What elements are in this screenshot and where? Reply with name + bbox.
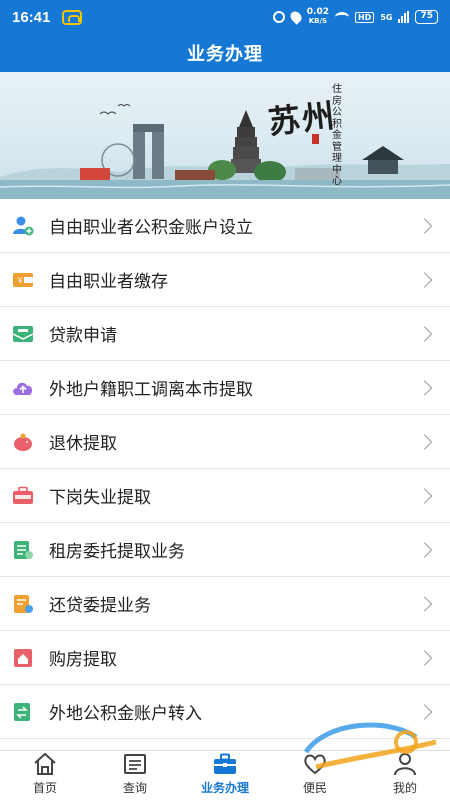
query-icon: [124, 754, 146, 774]
network-speed-value: 0.02: [306, 7, 329, 17]
banner-logo-text: 苏州: [266, 96, 339, 142]
menu-label: 外地公积金账户转入: [49, 704, 202, 724]
business-menu-list: 自由职业者公积金账户设立 ¥ 自由职业者缴存 贷款申请 外地户籍职工调离本市提取: [0, 199, 450, 753]
piggy-bank-icon: [14, 433, 32, 451]
alarm-icon: [272, 11, 285, 23]
repay-doc-icon: [14, 594, 33, 613]
menu-label: 贷款申请: [49, 326, 117, 346]
menu-item-retirement-withdraw[interactable]: 退休提取: [0, 415, 450, 469]
chevron-right-icon: [416, 703, 433, 720]
status-indicators: 0.02 KB/S HD 5G 75: [272, 8, 438, 26]
chevron-right-icon: [416, 595, 433, 612]
tab-convenience[interactable]: 便民: [270, 751, 360, 800]
menu-label: 下岗失业提取: [49, 488, 151, 508]
menu-item-deposit[interactable]: ¥ 自由职业者缴存: [0, 253, 450, 307]
transfer-doc-icon: [14, 702, 30, 721]
tab-label: 查询: [122, 781, 147, 795]
tab-label: 首页: [32, 781, 57, 795]
chevron-right-icon: [416, 541, 433, 558]
nav-header: 业务办理: [0, 34, 450, 72]
menu-item-account-transfer-in[interactable]: 外地公积金账户转入: [0, 685, 450, 739]
menu-item-loan-apply[interactable]: 贷款申请: [0, 307, 450, 361]
tab-business[interactable]: 业务办理: [180, 751, 270, 800]
signal-type: 5G: [380, 12, 393, 22]
tab-label: 业务办理: [200, 781, 249, 795]
briefcase-tab-icon: [214, 753, 236, 774]
location-icon: [287, 9, 304, 25]
briefcase-icon: [13, 486, 33, 504]
cloud-upload-icon: [13, 382, 33, 395]
menu-item-account-setup[interactable]: 自由职业者公积金账户设立: [0, 199, 450, 253]
suzhou-skyline-illustration: [0, 104, 450, 199]
menu-label: 外地户籍职工调离本市提取: [49, 380, 253, 400]
hd-badge: HD: [354, 11, 375, 23]
loan-envelope-icon: [12, 325, 34, 342]
network-speed-unit: KB/S: [308, 17, 328, 25]
chevron-right-icon: [416, 649, 433, 666]
bottom-tab-bar: 首页 查询 业务办理 便民 我的: [0, 750, 450, 800]
chevron-right-icon: [416, 217, 433, 234]
app-notification-icon: [62, 9, 83, 25]
home-icon: [34, 752, 56, 775]
rental-doc-icon: [14, 540, 33, 559]
menu-label: 还贷委提业务: [49, 596, 151, 616]
user-add-icon: [13, 216, 34, 235]
page-title: 业务办理: [187, 44, 263, 65]
chevron-right-icon: [416, 433, 433, 450]
battery-indicator: 75: [415, 10, 438, 24]
tab-mine[interactable]: 我的: [360, 751, 450, 800]
banner-subtitle: 住房公积金管理中心: [332, 84, 342, 187]
tab-label: 我的: [392, 781, 417, 795]
chevron-right-icon: [416, 325, 433, 342]
menu-label: 自由职业者公积金账户设立: [49, 218, 253, 238]
menu-label: 退休提取: [49, 434, 117, 454]
tab-home[interactable]: 首页: [0, 751, 90, 800]
banner-image: 苏州 住房公积金管理中心: [0, 72, 450, 199]
tab-label: 便民: [302, 781, 327, 795]
user-icon: [394, 753, 416, 776]
signal-icon: [398, 11, 410, 23]
heart-icon: [304, 754, 326, 775]
house-doc-icon: [14, 648, 32, 667]
menu-item-rental-withdraw[interactable]: 租房委托提取业务: [0, 523, 450, 577]
menu-item-house-purchase-withdraw[interactable]: 购房提取: [0, 631, 450, 685]
menu-label: 购房提取: [49, 650, 117, 670]
menu-item-unemployment-withdraw[interactable]: 下岗失业提取: [0, 469, 450, 523]
chevron-right-icon: [416, 379, 433, 396]
chevron-right-icon: [416, 487, 433, 504]
status-time: 16:41: [12, 8, 51, 26]
chevron-right-icon: [416, 271, 433, 288]
network-speed: 0.02 KB/S: [307, 8, 329, 26]
menu-item-nonlocal-withdraw[interactable]: 外地户籍职工调离本市提取: [0, 361, 450, 415]
wallet-icon: ¥: [13, 272, 33, 287]
status-bar: 16:41 0.02 KB/S HD 5G 75: [0, 0, 450, 34]
menu-label: 自由职业者缴存: [49, 272, 168, 292]
menu-label: 租房委托提取业务: [49, 542, 185, 562]
menu-item-repay-withdraw[interactable]: 还贷委提业务: [0, 577, 450, 631]
tab-query[interactable]: 查询: [90, 751, 180, 800]
svg-text:¥: ¥: [17, 276, 23, 285]
wifi-icon: [334, 12, 349, 22]
